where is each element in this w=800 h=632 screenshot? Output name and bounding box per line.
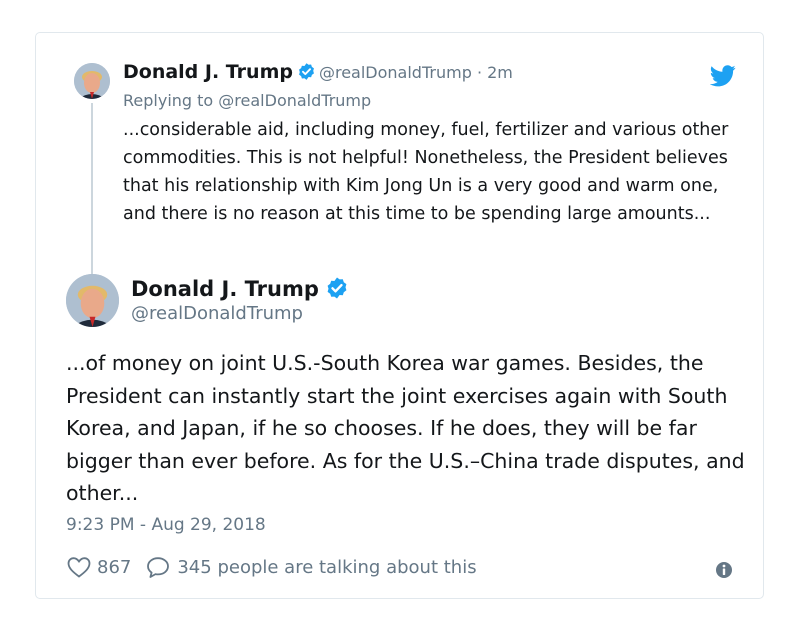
parent-avatar[interactable] (74, 63, 110, 99)
like-count[interactable]: 867 (97, 557, 131, 578)
parent-display-name[interactable]: Donald J. Trump (123, 61, 293, 83)
info-icon[interactable] (715, 561, 733, 579)
main-tweet-text: ...of money on joint U.S.-South Korea wa… (66, 351, 745, 505)
replying-to-line: Replying to @realDonaldTrump (123, 91, 371, 110)
tweet-timestamp[interactable]: 9:23 PM - Aug 29, 2018 (66, 515, 266, 535)
twitter-bird-icon[interactable] (710, 65, 736, 87)
replying-prefix: Replying to (123, 91, 214, 110)
talking-about-link[interactable]: 345 people are talking about this (177, 557, 476, 578)
verified-badge-icon (327, 277, 347, 299)
thread-connector-line (91, 103, 93, 287)
main-display-name-row: Donald J. Trump (131, 276, 349, 301)
parent-time-ago[interactable]: 2m (487, 63, 513, 82)
verified-badge-icon (299, 63, 314, 80)
parent-tweet-header: Donald J. Trump @realDonaldTrump · 2m (123, 61, 513, 83)
main-display-name[interactable]: Donald J. Trump (131, 277, 319, 301)
replying-to-handle-link[interactable]: @realDonaldTrump (218, 91, 371, 110)
parent-tweet-text: ...considerable aid, including money, fu… (123, 120, 729, 224)
main-avatar[interactable] (66, 274, 119, 327)
tweet-actions-bar: 867 345 people are talking about this (66, 553, 477, 581)
embedded-tweet-card: Donald J. Trump @realDonaldTrump · 2m Rep… (35, 32, 764, 599)
header-separator: · (476, 63, 483, 82)
heart-icon[interactable] (66, 555, 92, 579)
main-handle[interactable]: @realDonaldTrump (131, 303, 303, 324)
parent-handle[interactable]: @realDonaldTrump (319, 63, 472, 82)
speech-bubble-icon[interactable] (145, 555, 171, 579)
